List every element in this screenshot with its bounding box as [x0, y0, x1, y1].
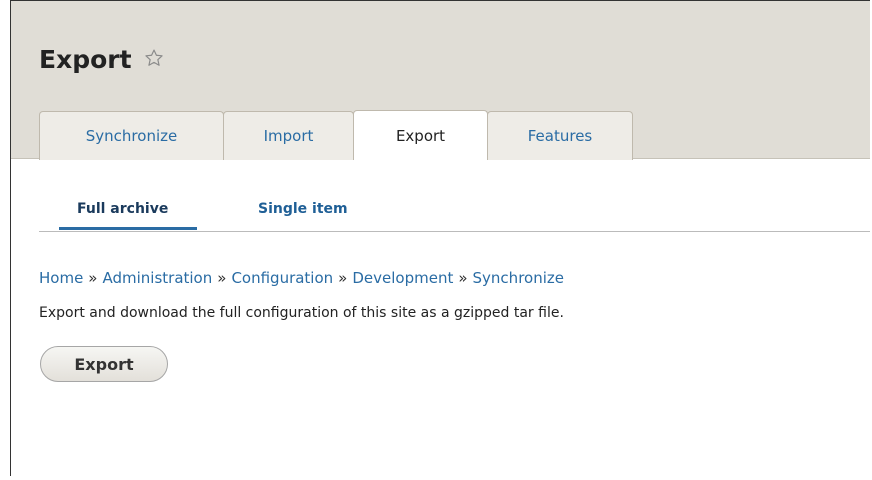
breadcrumb: Home» Administration» Configuration» Develo…: [39, 269, 564, 287]
star-icon[interactable]: [144, 45, 164, 74]
tab-label: Synchronize: [85, 127, 178, 145]
breadcrumb-synchronize[interactable]: Synchronize: [473, 269, 564, 287]
tab-synchronize[interactable]: Synchronize: [39, 111, 224, 160]
tab-label: Features: [527, 127, 593, 145]
breadcrumb-separator: »: [458, 269, 468, 287]
primary-tabs: Synchronize Import Export Features: [39, 110, 633, 160]
tab-import[interactable]: Import: [223, 111, 354, 160]
breadcrumb-separator: »: [217, 269, 227, 287]
export-button-label: Export: [74, 354, 134, 374]
breadcrumb-separator: »: [338, 269, 348, 287]
page-description: Export and download the full configurati…: [39, 305, 564, 321]
breadcrumb-home[interactable]: Home: [39, 269, 83, 287]
page-title: Export: [39, 45, 132, 74]
page-header: Export Synchronize Import Export Feature…: [11, 1, 870, 160]
tab-export[interactable]: Export: [353, 110, 488, 160]
tab-label: Import: [263, 127, 314, 145]
page-frame: Export Synchronize Import Export Feature…: [10, 0, 870, 476]
breadcrumb-configuration[interactable]: Configuration: [231, 269, 333, 287]
tab-label: Export: [395, 126, 446, 145]
export-button[interactable]: Export: [40, 346, 168, 382]
breadcrumb-separator: »: [88, 269, 98, 287]
active-subtab-indicator: [59, 227, 197, 230]
tab-features[interactable]: Features: [487, 111, 633, 160]
subtab-full-archive[interactable]: Full archive: [77, 201, 168, 217]
breadcrumb-administration[interactable]: Administration: [102, 269, 212, 287]
secondary-tabs: Full archive Single item: [39, 188, 870, 232]
page-title-row: Export: [39, 45, 164, 74]
breadcrumb-development[interactable]: Development: [352, 269, 453, 287]
subtab-single-item[interactable]: Single item: [258, 201, 348, 217]
